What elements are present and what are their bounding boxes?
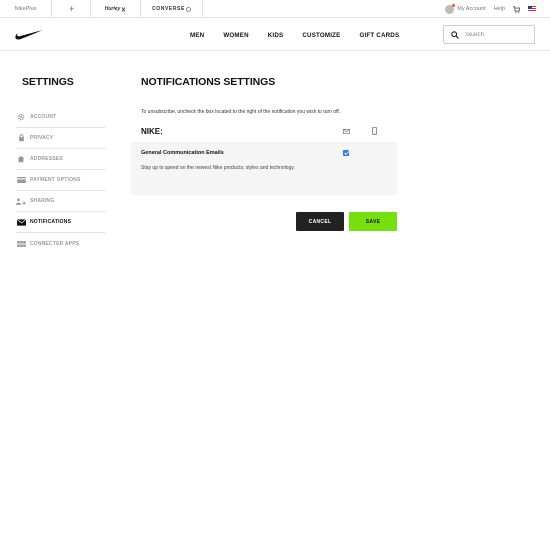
my-account-link[interactable]: My Account	[445, 3, 486, 14]
sidebar-item-sharing[interactable]: SHARING	[16, 191, 106, 212]
instruction-text: To unsubscribe, uncheck the box located …	[141, 109, 341, 115]
apps-grid-icon	[16, 240, 26, 248]
sidebar-item-connected-apps[interactable]: CONNECTED APPS	[16, 233, 106, 254]
nav-link-women[interactable]: WOMEN	[223, 32, 248, 39]
notification-header-row: NIKE:	[141, 127, 397, 139]
share-users-icon	[16, 197, 26, 205]
sidebar-nav: ACCOUNT PRIVACY ADDRESSES PAYMENT OPTION…	[16, 107, 106, 254]
brand-link-nikeplus[interactable]: NikePlus	[0, 0, 52, 18]
sidebar-item-label: ADDRESSES	[30, 156, 63, 162]
sidebar-item-account[interactable]: ACCOUNT	[16, 107, 106, 128]
preference-title: General Communication Emails	[141, 150, 224, 156]
cancel-button[interactable]: CANCEL	[296, 212, 344, 231]
brand-label: CONVERSE	[152, 6, 185, 12]
brand-label: Hurley	[104, 6, 121, 12]
sidebar-item-label: SHARING	[30, 198, 55, 204]
help-link[interactable]: Help	[494, 6, 505, 12]
converse-star-icon	[186, 6, 191, 12]
lock-icon	[16, 134, 26, 142]
section-label: NIKE:	[141, 127, 163, 136]
avatar	[445, 3, 456, 14]
brand-link-hurley[interactable]: Hurley	[91, 0, 141, 18]
sidebar-item-addresses[interactable]: ADDRESSES	[16, 149, 106, 170]
main-nav: MEN WOMEN KIDS CUSTOMIZE GIFT CARDS	[0, 19, 550, 51]
brand-label: NikePlus	[14, 6, 37, 12]
sidebar-item-label: NOTIFICATIONS	[30, 219, 72, 225]
sidebar-item-notifications[interactable]: NOTIFICATIONS	[16, 212, 106, 233]
us-flag-icon[interactable]	[528, 6, 536, 12]
brand-link-jordan[interactable]	[52, 0, 91, 18]
checkmark-icon	[343, 151, 349, 155]
nav-link-customize[interactable]: CUSTOMIZE	[302, 32, 340, 39]
nike-swoosh-icon[interactable]	[15, 29, 43, 41]
page-title: NOTIFICATIONS SETTINGS	[141, 76, 276, 88]
utility-bar: NikePlus Hurley CONVERSE My Account Help	[0, 0, 550, 18]
cart-icon[interactable]	[513, 5, 520, 13]
envelope-icon	[16, 218, 26, 226]
search-box[interactable]	[443, 25, 535, 44]
sidebar-item-payment-options[interactable]: PAYMENT OPTIONS	[16, 170, 106, 191]
sidebar-item-label: PAYMENT OPTIONS	[30, 177, 81, 183]
my-account-label: My Account	[457, 6, 486, 12]
hurley-logo-icon	[121, 6, 126, 12]
sidebar-item-label: PRIVACY	[30, 135, 54, 141]
mail-icon	[343, 129, 350, 134]
sidebar-item-label: ACCOUNT	[30, 114, 57, 120]
nav-link-men[interactable]: MEN	[190, 32, 204, 39]
save-button[interactable]: SAVE	[349, 212, 397, 231]
search-input[interactable]	[465, 31, 525, 38]
brand-link-converse[interactable]: CONVERSE	[141, 0, 203, 18]
nav-link-kids[interactable]: KIDS	[268, 32, 284, 39]
mobile-phone-icon	[372, 127, 377, 135]
gear-icon	[16, 113, 26, 121]
sidebar-item-label: CONNECTED APPS	[30, 240, 80, 247]
jumpman-icon	[68, 5, 74, 13]
email-opt-in-checkbox[interactable]	[343, 150, 349, 156]
search-icon	[451, 30, 459, 39]
nav-links: MEN WOMEN KIDS CUSTOMIZE GIFT CARDS	[190, 19, 418, 51]
sidebar-item-privacy[interactable]: PRIVACY	[16, 128, 106, 149]
utility-right: My Account Help	[445, 0, 536, 18]
preference-panel: General Communication Emails Stay up to …	[131, 142, 397, 195]
sidebar-title: SETTINGS	[22, 76, 74, 88]
preference-description: Stay up to speed on the newest Nike prod…	[141, 165, 295, 171]
nav-link-gift-cards[interactable]: GIFT CARDS	[359, 32, 399, 39]
house-icon	[16, 155, 26, 163]
credit-card-icon	[16, 176, 26, 184]
